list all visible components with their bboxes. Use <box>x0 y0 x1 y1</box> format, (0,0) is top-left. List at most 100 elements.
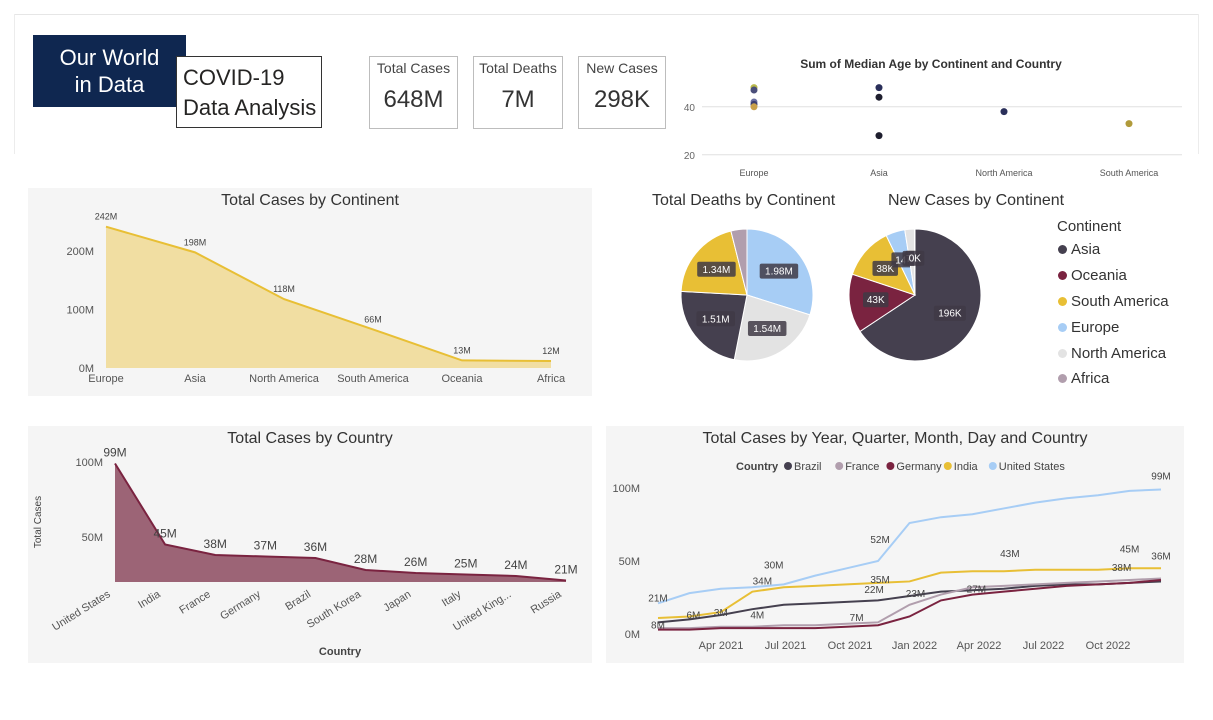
x-tick-label: Europe <box>88 373 123 385</box>
legend-label: Germany <box>896 461 942 473</box>
legend-marker <box>886 462 895 470</box>
legend-dot <box>1058 323 1067 332</box>
legend-title: Country <box>736 461 779 473</box>
deaths-by-continent-pie-chart[interactable]: 1.98M 1.54M 1.51M 1.34M <box>672 229 822 379</box>
x-tick-label: Jul 2022 <box>1023 640 1065 652</box>
data-label: 24M <box>504 558 527 572</box>
y-axis-label: Total Cases <box>33 496 44 548</box>
data-label: 118M <box>273 284 295 294</box>
x-tick-label: Europe <box>739 168 768 178</box>
data-label: 66M <box>364 314 382 324</box>
deaths-pie-title: Total Deaths by Continent <box>652 192 836 209</box>
kpi-card-total-cases[interactable]: Total Cases 648M <box>369 56 458 129</box>
data-label: 26M <box>404 555 427 569</box>
x-tick-label: North America <box>249 373 320 385</box>
kpi-value: 7M <box>501 86 535 113</box>
x-tick-label: Asia <box>870 168 888 178</box>
scatter-point <box>750 86 758 94</box>
x-tick-label: South America <box>1100 168 1159 178</box>
kpi-card-total-deaths[interactable]: Total Deaths 7M <box>473 56 563 129</box>
cases-timeline-line-chart[interactable]: Country Brazil France Germany India United St… <box>606 426 1184 663</box>
legend-marker <box>988 462 997 470</box>
legend-item-oceania[interactable]: Oceania <box>1058 267 1127 284</box>
legend-label: Africa <box>1071 370 1110 387</box>
legend-dot <box>1058 245 1067 254</box>
legend-marker <box>835 462 844 470</box>
legend-label: North America <box>1071 345 1167 362</box>
data-label: 38M <box>204 537 227 551</box>
legend-label: Europe <box>1071 319 1120 336</box>
legend-item-asia[interactable]: Asia <box>1058 241 1100 258</box>
frame-right-border <box>1198 14 1199 154</box>
legend-item-north-america[interactable]: North America <box>1058 345 1166 362</box>
data-label: 38M <box>1112 563 1131 574</box>
data-label: 52M <box>870 535 889 546</box>
legend-item-africa[interactable]: Africa <box>1058 370 1109 387</box>
legend-title: Continent <box>1057 218 1122 235</box>
x-tick-label: Brazil <box>283 588 313 613</box>
legend-label: South America <box>1071 293 1169 310</box>
x-tick-label: Asia <box>184 373 206 385</box>
series-line <box>657 488 1162 605</box>
legend-label: Brazil <box>794 461 822 473</box>
owid-logo: Our World in Data <box>33 35 186 107</box>
legend-label: India <box>954 461 979 473</box>
y-tick-label: 100M <box>612 483 640 495</box>
data-label: 35M <box>870 575 889 586</box>
cases-by-country-area-chart[interactable]: 50M 100M99M United States 45M India 38M France… <box>28 426 592 663</box>
data-label: 13M <box>453 345 471 355</box>
data-label: 23M <box>906 589 925 600</box>
median-age-scatter-chart[interactable]: Sum of Median Age by Continent and Count… <box>672 50 1192 185</box>
kpi-value: 648M <box>383 86 444 113</box>
frame-top-border <box>14 14 1199 15</box>
pie-data-label: 1.54M <box>753 324 781 335</box>
data-label: 21M <box>648 593 667 604</box>
data-label: 4M <box>750 611 764 622</box>
data-label: 45M <box>1120 544 1139 555</box>
y-tick-label: 50M <box>619 556 640 568</box>
scatter-point <box>1000 108 1008 116</box>
kpi-label: Total Cases <box>376 60 451 76</box>
data-label: 12M <box>542 346 560 356</box>
data-label: 45M <box>153 527 176 541</box>
x-axis-label: Country <box>319 646 362 658</box>
title-line-2: Data Analysis <box>183 95 317 120</box>
x-tick-label: Apr 2021 <box>699 640 744 652</box>
scatter-point <box>875 132 883 140</box>
kpi-label: Total Deaths <box>479 60 557 76</box>
legend-dot <box>1058 297 1067 306</box>
legend-label: United States <box>999 461 1066 473</box>
data-label: 242M <box>95 212 118 222</box>
dashboard-title: COVID-19 Data Analysis <box>176 56 322 128</box>
data-label: 6M <box>686 610 700 621</box>
x-tick-label: Oct 2022 <box>1086 640 1131 652</box>
data-label: 43M <box>1000 549 1019 560</box>
data-label: 27M <box>967 585 986 596</box>
y-tick-label: 50M <box>82 532 103 544</box>
data-label: 25M <box>454 557 477 571</box>
data-label: 3M <box>714 608 728 619</box>
legend-item-europe[interactable]: Europe <box>1058 319 1119 336</box>
data-label: 34M <box>753 577 772 588</box>
x-tick-label: Germany <box>218 588 263 622</box>
data-label: 99M <box>103 446 126 460</box>
kpi-label: New Cases <box>586 60 658 76</box>
data-label: 22M <box>864 585 883 596</box>
logo-line-1: Our World <box>59 45 160 70</box>
x-tick-label: Jan 2022 <box>892 640 937 652</box>
new-cases-by-continent-pie-chart[interactable]: 196K43K38K14K7K0K <box>840 229 990 379</box>
kpi-card-new-cases[interactable]: New Cases 298K <box>578 56 666 129</box>
legend-marker <box>943 462 952 470</box>
data-label: 7M <box>850 613 864 624</box>
y-tick-label: 0M <box>625 629 640 641</box>
cases-by-continent-area-chart[interactable]: 0M100M200M242MEurope198MAsia118MNorth Am… <box>28 188 592 396</box>
frame-left-border <box>14 14 15 154</box>
scatter-point <box>1125 120 1133 128</box>
legend-item-south-america[interactable]: South America <box>1058 293 1169 310</box>
data-label: 36M <box>304 540 327 554</box>
data-label: 198M <box>184 237 207 247</box>
scatter-point <box>750 103 758 111</box>
legend-dot <box>1058 374 1067 383</box>
legend-label: Oceania <box>1071 267 1127 284</box>
x-tick-label: South Korea <box>305 588 364 631</box>
